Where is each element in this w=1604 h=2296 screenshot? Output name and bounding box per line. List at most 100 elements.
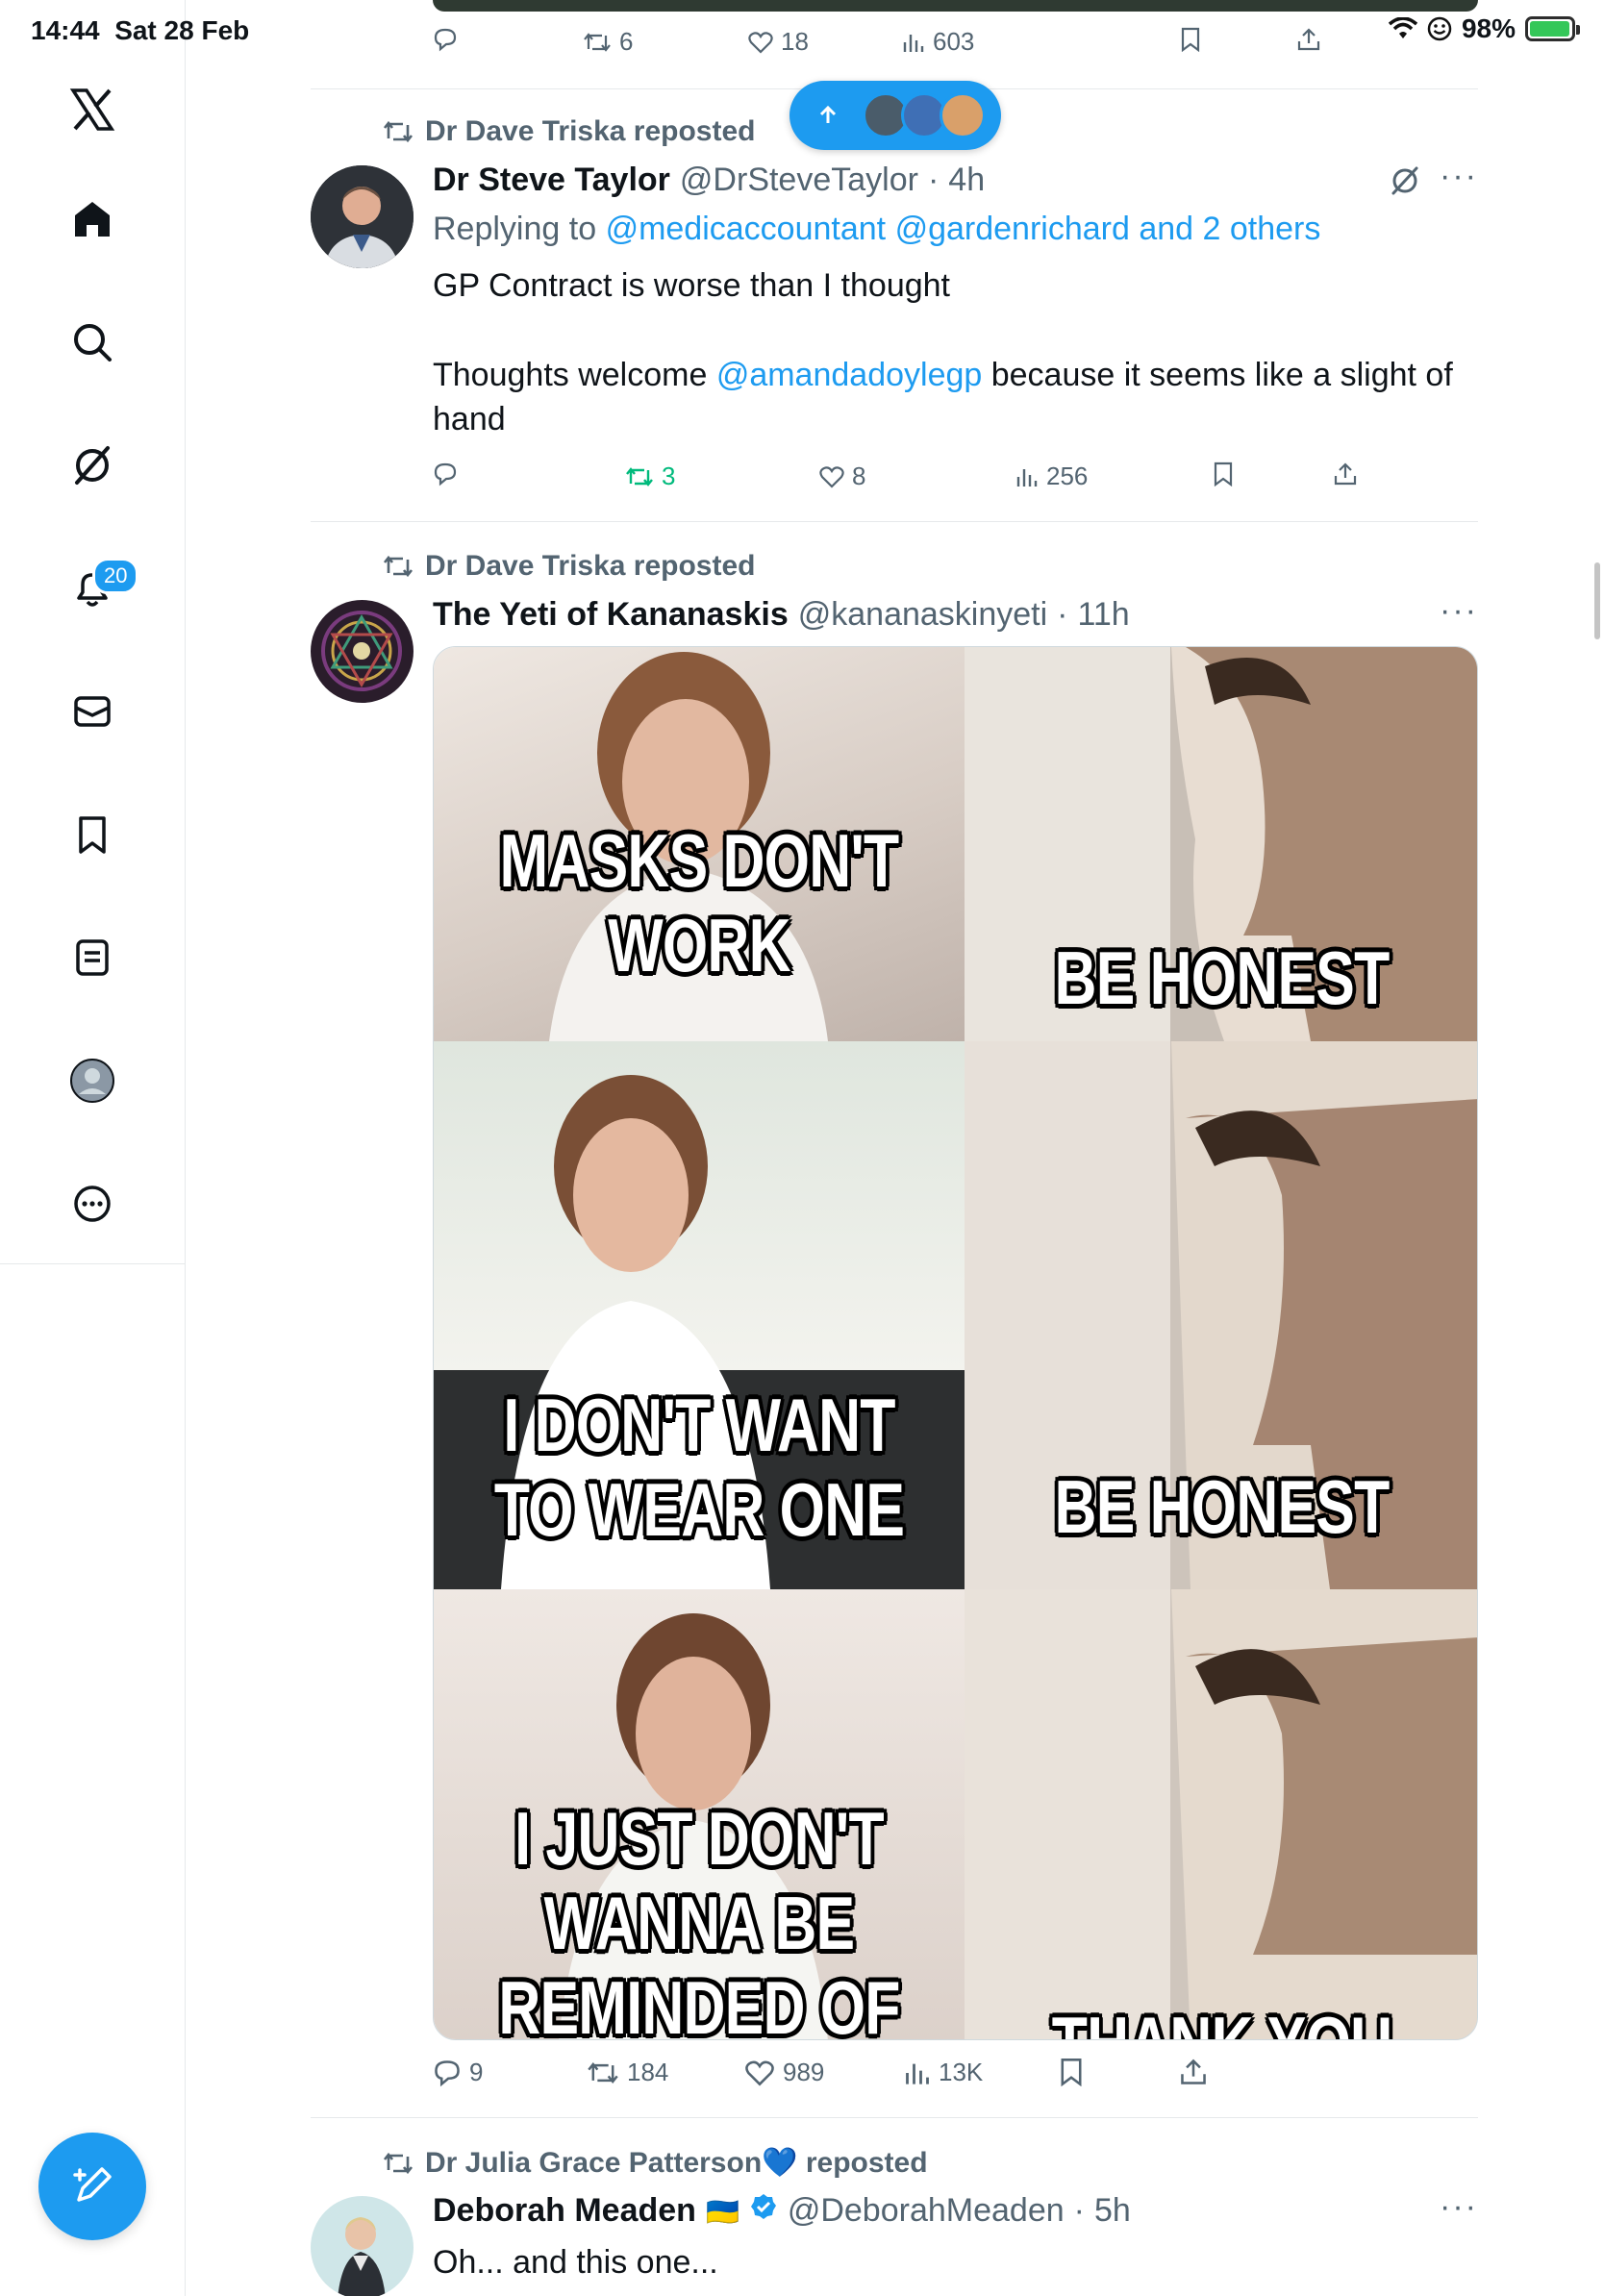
mention-link[interactable]: @amandadoylegp — [716, 357, 982, 393]
meme-panel-right: BE HONEST — [965, 1041, 1477, 1589]
more-options-icon[interactable] — [63, 1175, 121, 1233]
retweet-icon — [383, 2152, 414, 2174]
bookmark-button[interactable] — [1212, 462, 1235, 487]
share-icon — [1181, 2059, 1206, 2084]
user-handle[interactable]: @kananaskinyeti — [798, 596, 1047, 634]
verified-badge-icon — [750, 2194, 776, 2219]
user-handle[interactable]: @DeborahMeaden — [788, 2192, 1065, 2230]
sidebar-border — [185, 1264, 186, 2296]
tweet[interactable]: Dr Julia Grace Patterson💙 reposted Debor… — [311, 2146, 1478, 2296]
tweet-divider — [311, 521, 1478, 522]
meme-panel-row: MASKS DON'T WORK BE HONEST — [434, 647, 1477, 1041]
tweet-text-line: GP Contract is worse than I thought — [433, 267, 950, 304]
replying-to: Replying to @medicaccountant @gardenrich… — [433, 211, 1321, 247]
lists-icon[interactable] — [63, 929, 121, 986]
messages-icon[interactable] — [63, 683, 121, 740]
timestamp[interactable]: 5h — [1094, 2192, 1131, 2230]
share-button[interactable] — [1333, 462, 1358, 487]
focus-smiley-icon — [1427, 16, 1452, 41]
search-icon[interactable] — [63, 313, 121, 371]
reply-icon — [434, 462, 457, 487]
grok-icon[interactable] — [63, 437, 121, 494]
display-name[interactable]: The Yeti of Kananaskis — [433, 596, 789, 634]
meme-panel-row: I JUST DON'T WANNA BE REMINDED OF THE TH… — [434, 1589, 1477, 2040]
share-icon — [1334, 462, 1357, 486]
retweet-icon — [626, 466, 653, 487]
retweet-icon — [383, 120, 414, 143]
reply-icon — [435, 2059, 460, 2086]
home-icon[interactable] — [63, 190, 121, 248]
bookmark-icon — [1061, 2059, 1082, 2086]
sidebar-nav: 20 — [0, 0, 186, 1264]
meme-panel-right: THANK YOU — [965, 1589, 1477, 2039]
pill-avatar — [940, 92, 986, 138]
more-options-icon[interactable]: ··· — [1440, 2188, 1478, 2226]
meme-panel-left: I DON'T WANT TO WEAR ONE — [434, 1041, 965, 1589]
ukraine-flag-icon: 🇺🇦 — [705, 2197, 739, 2227]
bookmark-button[interactable] — [1058, 2058, 1085, 2086]
tweet-actions: 9 184 989 13K — [433, 2058, 1337, 2100]
wifi-icon — [1388, 17, 1417, 38]
bookmark-icon — [1214, 462, 1233, 487]
avatar[interactable] — [311, 2196, 414, 2296]
display-name[interactable]: Deborah Meaden — [433, 2192, 696, 2230]
meme-caption: I DON'T WANT TO WEAR ONE — [493, 1383, 905, 1552]
retweet-button[interactable]: 3 — [625, 462, 675, 491]
share-button[interactable] — [1179, 2058, 1208, 2086]
user-handle[interactable]: @DrSteveTaylor — [680, 162, 918, 199]
meme-caption: BE HONEST — [1054, 936, 1391, 1020]
meme-caption: THANK YOU — [1021, 2001, 1422, 2039]
meme-panel-left: I JUST DON'T WANNA BE REMINDED OF THE — [434, 1589, 965, 2040]
timestamp[interactable]: 11h — [1078, 596, 1130, 634]
more-options-icon[interactable]: ··· — [1440, 592, 1478, 630]
meme-caption: I JUST DON'T WANNA BE REMINDED OF THE — [498, 1796, 900, 2040]
status-bar: 14:44 Sat 28 Feb 98% — [0, 0, 1604, 60]
views-button[interactable]: 13K — [904, 2058, 983, 2087]
retweet-icon — [588, 2061, 618, 2084]
repost-indicator: Dr Dave Triska reposted — [383, 550, 756, 583]
meme-caption: MASKS DON'T WORK — [499, 818, 900, 987]
retweet-button[interactable]: 184 — [587, 2058, 668, 2087]
bookmarks-icon[interactable] — [63, 806, 121, 863]
views-chart-icon — [906, 2063, 929, 2084]
meme-caption: BE HONEST — [1054, 1464, 1391, 1549]
battery-icon — [1525, 16, 1580, 41]
repost-indicator: Dr Julia Grace Patterson💙 reposted — [383, 2146, 928, 2180]
compose-feather-icon — [73, 2167, 112, 2202]
tweet-media-image[interactable]: MASKS DON'T WORK BE HONEST I DON'T WANT … — [433, 646, 1478, 2040]
like-button[interactable]: 989 — [744, 2058, 824, 2087]
timestamp[interactable]: 4h — [948, 162, 985, 199]
views-chart-icon — [1016, 468, 1038, 487]
meme-panel-row: I DON'T WANT TO WEAR ONE BE HONEST — [434, 1041, 1477, 1589]
replying-to-links[interactable]: @medicaccountant @gardenrichard and 2 ot… — [606, 211, 1321, 247]
separator-dot: · — [1073, 2192, 1085, 2229]
meme-panel-left: MASKS DON'T WORK — [434, 647, 965, 1041]
scrollbar-thumb[interactable] — [1594, 562, 1600, 639]
notifications-count-badge: 20 — [92, 558, 139, 594]
heart-icon — [745, 2060, 774, 2085]
reply-button[interactable] — [433, 462, 458, 487]
meme-panel-right: BE HONEST — [965, 647, 1477, 1041]
display-name[interactable]: Dr Steve Taylor — [433, 162, 670, 199]
x-logo-icon[interactable] — [63, 81, 121, 138]
reply-button[interactable]: 9 — [433, 2058, 483, 2087]
retweet-icon — [383, 555, 414, 578]
status-time: 14:44 Sat 28 Feb — [31, 15, 250, 45]
new-posts-pill[interactable] — [789, 81, 1001, 150]
tweet-text-line: Oh... and this one... — [433, 2244, 718, 2281]
like-button[interactable]: 8 — [819, 462, 865, 491]
tweet-text-paragraph: Thoughts welcome @amandadoylegp because … — [433, 357, 1453, 437]
grok-explain-icon[interactable] — [1390, 165, 1420, 201]
separator-dot: · — [927, 162, 940, 198]
avatar[interactable] — [311, 600, 414, 703]
status-icons: 98% — [1388, 13, 1580, 44]
battery-percent: 98% — [1461, 13, 1516, 43]
arrow-up-icon — [819, 105, 837, 123]
more-options-icon[interactable]: ··· — [1440, 158, 1478, 195]
heart-icon — [819, 465, 844, 488]
separator-dot: · — [1057, 596, 1068, 633]
views-button[interactable]: 256 — [1015, 462, 1088, 491]
avatar[interactable] — [311, 165, 414, 268]
compose-post-button[interactable] — [38, 2133, 146, 2240]
profile-avatar-icon[interactable] — [63, 1052, 121, 1110]
